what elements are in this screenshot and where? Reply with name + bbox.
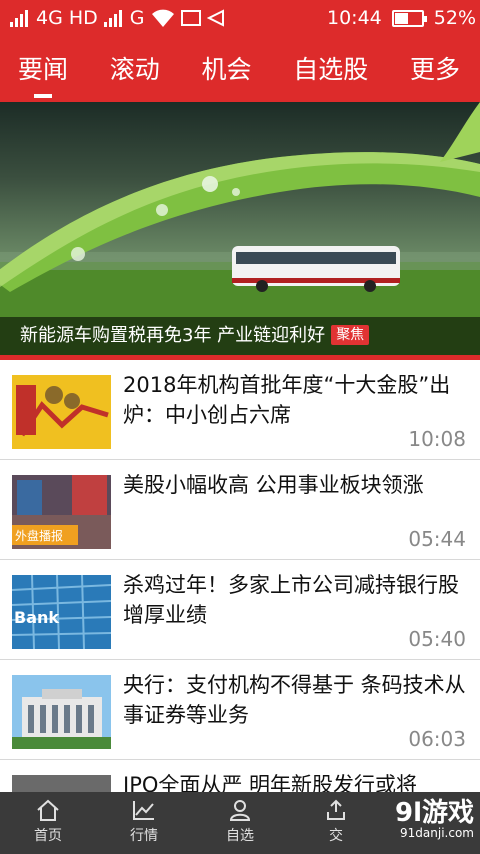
- news-time: 05:40: [408, 627, 466, 651]
- stock-chart-thumbnail: [12, 375, 111, 449]
- wifi-icon: [151, 9, 174, 27]
- tab-news[interactable]: 要闻: [18, 38, 68, 102]
- thumbnail-label: Bank: [14, 608, 59, 627]
- thumbnail-label: 外盘播报: [15, 528, 63, 543]
- news-time: 10:08: [408, 427, 466, 451]
- network-type: 4G HD: [36, 7, 98, 29]
- nav-watchlist[interactable]: 自选: [192, 792, 288, 854]
- signal-icon: [10, 9, 30, 27]
- nav-home-label: 首页: [34, 828, 62, 844]
- list-item[interactable]: Bank 杀鸡过年！多家上市公司减持银行股增厚业绩 05:40: [0, 560, 480, 660]
- news-title: 2018年机构首批年度“十大金股”出炉：中小创占六席: [123, 373, 451, 427]
- list-item[interactable]: 央行：支付机构不得基于 条码技术从事证券等业务 06:03: [0, 660, 480, 760]
- battery-icon: [391, 9, 427, 27]
- list-item[interactable]: 外盘播报 美股小幅收高 公用事业板块领涨 05:44: [0, 460, 480, 560]
- send-icon: [206, 9, 224, 27]
- central-bank-thumbnail: [12, 675, 111, 749]
- signal-icon-2: [103, 9, 124, 27]
- battery-percent: 52%: [433, 7, 476, 29]
- watermark-url: 91danji.com: [400, 826, 474, 840]
- banner-caption: 新能源车购置税再免3年 产业链迎利好 聚焦: [0, 317, 480, 355]
- nav-watchlist-label: 自选: [226, 828, 254, 844]
- banner-caption-text: 新能源车购置税再免3年 产业链迎利好: [20, 325, 326, 346]
- nav-market[interactable]: 行情: [96, 792, 192, 854]
- chart-icon: [133, 801, 154, 820]
- focus-badge: 聚焦: [331, 325, 370, 345]
- news-title: 美股小幅收高 公用事业板块领涨: [123, 473, 424, 497]
- news-title: 央行：支付机构不得基于 条码技术从事证券等业务: [123, 673, 466, 727]
- user-icon: [229, 800, 251, 821]
- news-list: 2018年机构首批年度“十大金股”出炉：中小创占六席 10:08 外盘播报 美股…: [0, 360, 480, 854]
- category-tabs: 要闻 滚动 机会 自选股 更多: [0, 38, 480, 102]
- list-item[interactable]: 2018年机构首批年度“十大金股”出炉：中小创占六席 10:08: [0, 360, 480, 460]
- watermark-text: 9l游戏: [394, 798, 474, 828]
- news-title: 杀鸡过年！多家上市公司减持银行股增厚业绩: [123, 573, 459, 627]
- news-time: 06:03: [408, 727, 466, 751]
- status-bar: 4G HD G 10:44 52%: [0, 0, 480, 38]
- bank-building-thumbnail: Bank: [12, 575, 111, 649]
- tab-more[interactable]: 更多: [410, 38, 460, 102]
- featured-banner[interactable]: 新能源车购置税再免3年 产业链迎利好 聚焦: [0, 102, 480, 355]
- bus-icon: [232, 246, 400, 292]
- nav-trade[interactable]: 交: [288, 792, 384, 854]
- street-scene-thumbnail: 外盘播报: [12, 475, 111, 549]
- nav-home[interactable]: 首页: [0, 792, 96, 854]
- tab-watchlist[interactable]: 自选股: [293, 38, 368, 102]
- tab-rolling[interactable]: 滚动: [110, 38, 160, 102]
- network-type-2: G: [129, 7, 145, 29]
- nav-trade-label: 交: [329, 828, 343, 844]
- tab-opportunity[interactable]: 机会: [201, 38, 251, 102]
- image-icon: [180, 10, 201, 26]
- home-icon: [37, 799, 59, 821]
- nav-market-label: 行情: [130, 828, 158, 844]
- news-time: 05:44: [408, 527, 466, 551]
- watermark-logo: 9l游戏 91danji.com: [395, 800, 474, 840]
- clock: 10:44: [327, 7, 382, 29]
- trade-icon: [327, 799, 345, 820]
